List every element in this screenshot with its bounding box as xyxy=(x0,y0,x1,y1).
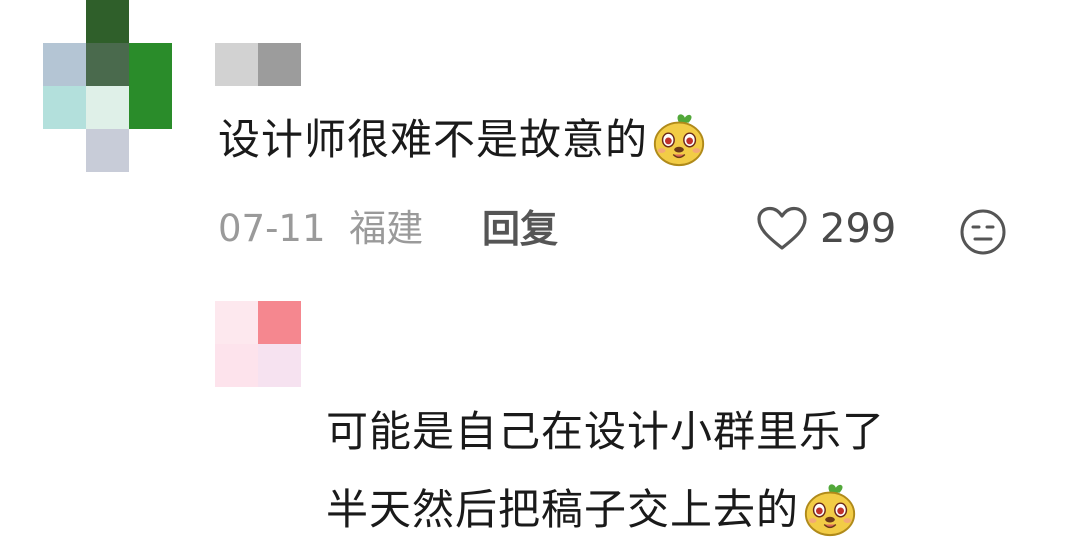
like-count: 299 xyxy=(820,206,897,252)
reply-button[interactable]: 回复 xyxy=(482,206,558,252)
dislike-face-icon[interactable] xyxy=(959,208,1007,256)
comment-body: 设计师很难不是故意的 xyxy=(218,115,649,164)
comment-meta: 07-11 福建 xyxy=(218,206,423,252)
avatar[interactable] xyxy=(43,0,172,172)
comment-text: 设计师很难不是故意的 xyxy=(218,110,708,172)
reply-body: 半天然后把稿子交上去的 xyxy=(326,485,800,534)
reply-avatar[interactable] xyxy=(215,301,301,387)
comment-date: 07-11 xyxy=(218,207,326,250)
heart-icon xyxy=(757,206,807,250)
reply-text-line2: 半天然后把稿子交上去的 xyxy=(326,480,859,542)
reply-text-line1: 可能是自己在设计小群里乐了 xyxy=(326,407,886,456)
comment-region: 福建 xyxy=(349,207,424,250)
username[interactable] xyxy=(215,43,301,86)
laughing-mascot-icon xyxy=(653,113,705,166)
like-button[interactable]: 299 xyxy=(756,206,896,252)
laughing-mascot-icon xyxy=(804,483,856,536)
